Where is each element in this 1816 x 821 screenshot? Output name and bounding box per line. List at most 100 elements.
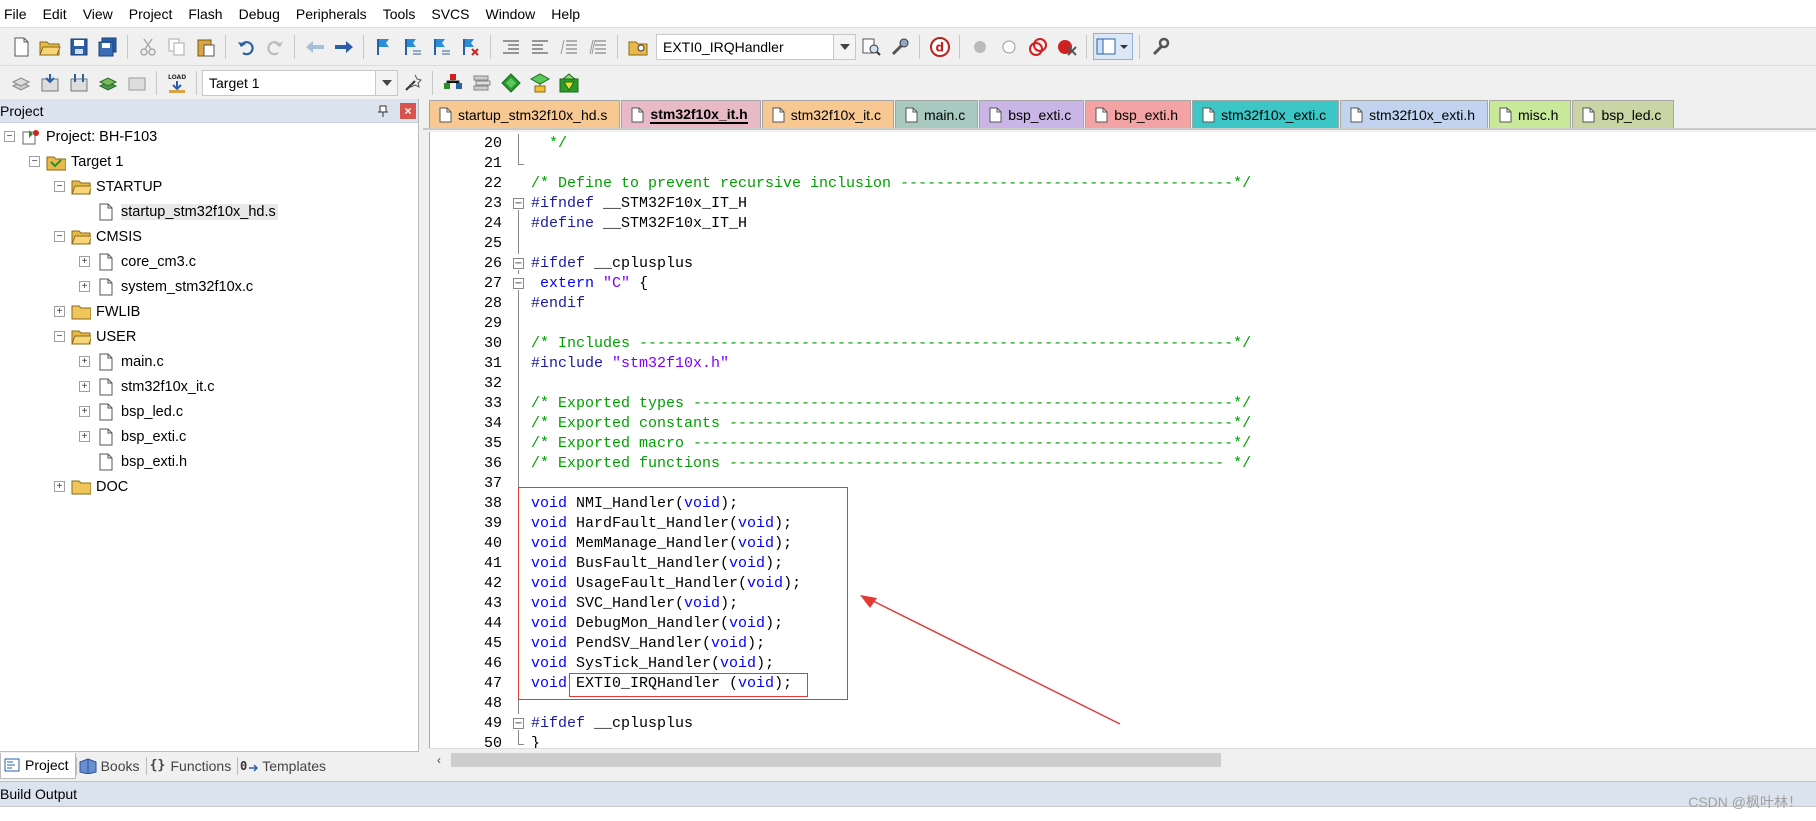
open-folder-icon[interactable]: [36, 33, 63, 60]
copy-icon[interactable]: [163, 33, 190, 60]
expand-icon[interactable]: +: [54, 481, 65, 492]
tab-books[interactable]: Books: [77, 753, 146, 779]
manage-project-items-icon[interactable]: [439, 69, 466, 96]
scroll-left-icon[interactable]: ‹: [431, 752, 447, 768]
tree-item[interactable]: − CMSIS: [0, 224, 418, 249]
tree-item[interactable]: + DOC: [0, 474, 418, 499]
bookmark-prev-icon[interactable]: [399, 33, 426, 60]
manage-runtime-icon[interactable]: [497, 69, 524, 96]
file-tab[interactable]: bsp_exti.c: [979, 100, 1085, 128]
tab-functions[interactable]: {} Functions: [147, 753, 238, 779]
close-icon[interactable]: ×: [400, 102, 416, 119]
expand-icon[interactable]: +: [79, 381, 90, 392]
nav-back-icon[interactable]: [301, 33, 328, 60]
tree-item[interactable]: + FWLIB: [0, 299, 418, 324]
fold-toggle-icon[interactable]: −: [513, 278, 524, 289]
bookmark-next-icon[interactable]: [428, 33, 455, 60]
fold-toggle-icon[interactable]: −: [513, 198, 524, 209]
software-packs-icon[interactable]: [555, 69, 582, 96]
tree-item[interactable]: − STARTUP: [0, 174, 418, 199]
horizontal-scrollbar[interactable]: ‹: [429, 748, 1816, 770]
file-tab[interactable]: bsp_exti.h: [1085, 100, 1192, 128]
tree-item[interactable]: − Project: BH-F103: [0, 124, 418, 149]
file-tab[interactable]: bsp_led.c: [1572, 100, 1675, 128]
cut-icon[interactable]: [134, 33, 161, 60]
menu-debug[interactable]: Debug: [231, 0, 288, 28]
expand-icon[interactable]: +: [54, 306, 65, 317]
collapse-icon[interactable]: −: [29, 156, 40, 167]
breakpoint-disable-all-icon[interactable]: [1024, 33, 1051, 60]
tree-item[interactable]: startup_stm32f10x_hd.s: [0, 199, 418, 224]
collapse-icon[interactable]: −: [4, 131, 15, 142]
chevron-down-icon[interactable]: [375, 70, 397, 95]
breakpoint-enable-icon[interactable]: [995, 33, 1022, 60]
find-in-files-icon[interactable]: [624, 33, 651, 60]
stop-build-icon[interactable]: [123, 69, 150, 96]
translate-icon[interactable]: [7, 69, 34, 96]
file-tab[interactable]: stm32f10x_exti.h: [1340, 100, 1488, 128]
expand-icon[interactable]: +: [79, 431, 90, 442]
rebuild-icon[interactable]: [65, 69, 92, 96]
indent-icon[interactable]: [497, 33, 524, 60]
target-options-icon[interactable]: [399, 69, 426, 96]
target-dropdown[interactable]: Target 1: [202, 69, 398, 96]
comment-icon[interactable]: [555, 33, 582, 60]
bookmark-insert-icon[interactable]: [370, 33, 397, 60]
tab-project[interactable]: Project: [0, 752, 76, 779]
download-icon[interactable]: LOAD: [163, 69, 190, 96]
file-tab[interactable]: stm32f10x_it.c: [761, 100, 894, 128]
expand-icon[interactable]: +: [79, 356, 90, 367]
debug-start-icon[interactable]: d: [926, 33, 953, 60]
file-tab[interactable]: misc.h: [1488, 100, 1572, 128]
tree-item[interactable]: + bsp_led.c: [0, 399, 418, 424]
breakpoint-insert-icon[interactable]: [966, 33, 993, 60]
collapse-icon[interactable]: −: [54, 181, 65, 192]
fold-toggle-icon[interactable]: −: [513, 258, 524, 269]
collapse-icon[interactable]: −: [54, 331, 65, 342]
menu-svcs[interactable]: SVCS: [423, 0, 477, 28]
bookmark-clear-icon[interactable]: [457, 33, 484, 60]
menu-peripherals[interactable]: Peripherals: [288, 0, 375, 28]
window-layout-icon[interactable]: [1093, 33, 1133, 60]
breakpoint-kill-all-icon[interactable]: [1053, 33, 1080, 60]
tree-item[interactable]: + bsp_exti.c: [0, 424, 418, 449]
file-tab[interactable]: stm32f10x_it.h: [621, 100, 761, 128]
save-icon[interactable]: [65, 33, 92, 60]
select-packs-icon[interactable]: [468, 69, 495, 96]
file-tab[interactable]: stm32f10x_exti.c: [1192, 100, 1340, 128]
menu-edit[interactable]: Edit: [35, 0, 75, 28]
tree-item[interactable]: + core_cm3.c: [0, 249, 418, 274]
tree-item[interactable]: + stm32f10x_it.c: [0, 374, 418, 399]
pack-installer-icon[interactable]: [526, 69, 553, 96]
redo-icon[interactable]: [261, 33, 288, 60]
build-icon[interactable]: [36, 69, 63, 96]
collapse-icon[interactable]: −: [54, 231, 65, 242]
batch-build-icon[interactable]: [94, 69, 121, 96]
tree-item[interactable]: − Target 1: [0, 149, 418, 174]
expand-icon[interactable]: +: [79, 256, 90, 267]
expand-icon[interactable]: +: [79, 281, 90, 292]
function-dropdown[interactable]: EXTI0_IRQHandler: [656, 33, 856, 60]
file-tab[interactable]: startup_stm32f10x_hd.s: [429, 100, 621, 128]
menu-flash[interactable]: Flash: [180, 0, 230, 28]
undo-icon[interactable]: [232, 33, 259, 60]
unindent-icon[interactable]: [526, 33, 553, 60]
paste-icon[interactable]: [192, 33, 219, 60]
tree-item[interactable]: + system_stm32f10x.c: [0, 274, 418, 299]
save-all-icon[interactable]: [94, 33, 121, 60]
uncomment-icon[interactable]: [584, 33, 611, 60]
menu-help[interactable]: Help: [543, 0, 588, 28]
file-tab[interactable]: main.c: [894, 100, 979, 128]
scrollbar-thumb[interactable]: [451, 753, 1221, 767]
tree-item[interactable]: bsp_exti.h: [0, 449, 418, 474]
menu-view[interactable]: View: [75, 0, 121, 28]
nav-forward-icon[interactable]: [330, 33, 357, 60]
menu-project[interactable]: Project: [121, 0, 181, 28]
fold-toggle-icon[interactable]: −: [513, 718, 524, 729]
menu-file[interactable]: File: [0, 0, 35, 28]
pin-icon[interactable]: [376, 104, 390, 118]
tab-templates[interactable]: 0 Templates: [238, 753, 332, 779]
configure-icon[interactable]: [1146, 33, 1173, 60]
new-file-icon[interactable]: [7, 33, 34, 60]
find-icon[interactable]: [857, 33, 884, 60]
